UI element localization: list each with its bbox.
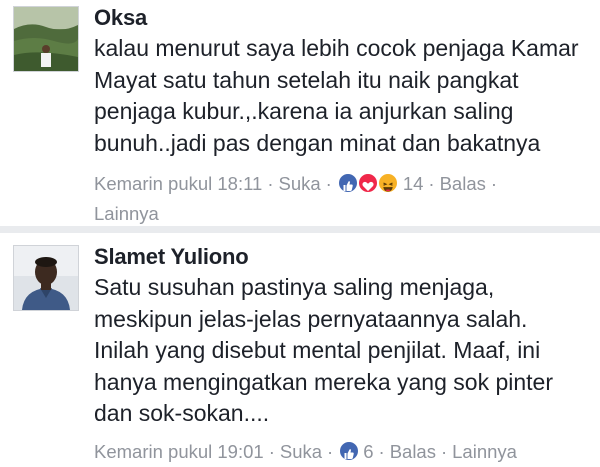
reaction-count[interactable]: 6	[363, 441, 373, 462]
like-icon	[338, 439, 361, 462]
like-button[interactable]: Suka	[279, 173, 321, 194]
haha-icon	[376, 172, 399, 194]
comment-author[interactable]: Slamet Yuliono	[94, 243, 592, 271]
more-button[interactable]: Lainnya	[94, 203, 159, 224]
separator: ·	[428, 173, 435, 194]
divider	[0, 226, 600, 233]
comment-actions: Kemarin pukul 19:01 · Suka · 6 · Balas · Lainny…	[94, 437, 592, 467]
comment-timestamp[interactable]: Kemarin pukul 19:01	[94, 441, 264, 462]
comment-timestamp[interactable]: Kemarin pukul 18:11	[94, 173, 262, 194]
separator: ·	[268, 440, 275, 462]
comment-author[interactable]: Oksa	[94, 4, 592, 32]
separator: ·	[327, 440, 334, 462]
reply-button[interactable]: Balas	[390, 441, 436, 462]
separator: ·	[267, 173, 274, 194]
like-icon	[336, 172, 359, 194]
avatar[interactable]	[13, 6, 79, 72]
separator: ·	[440, 440, 448, 462]
comment-actions: Kemarin pukul 18:11 · Suka · 14 · Balas · Lainn…	[94, 169, 592, 229]
love-icon	[356, 172, 379, 194]
comment: Slamet Yuliono Satu susuhan pastinya sal…	[0, 233, 600, 464]
avatar[interactable]	[13, 245, 79, 311]
like-button[interactable]: Suka	[280, 441, 322, 462]
comment-text: kalau menurut saya lebih cocok penjaga K…	[94, 35, 579, 156]
comment: Oksa kalau menurut saya lebih cocok penj…	[0, 0, 600, 226]
comment-text: Satu susuhan pastinya saling menjaga, me…	[94, 274, 554, 426]
reactions-summary[interactable]	[338, 439, 363, 462]
separator: ·	[490, 173, 498, 194]
avatar-photo	[14, 246, 78, 310]
reaction-count[interactable]: 14	[403, 173, 424, 194]
separator: ·	[378, 440, 385, 462]
avatar-photo	[14, 7, 78, 71]
more-button[interactable]: Lainnya	[452, 441, 517, 462]
separator: ·	[325, 173, 332, 194]
reactions-summary[interactable]	[336, 172, 403, 194]
comment-body: Oksa kalau menurut saya lebih cocok penj…	[94, 4, 592, 229]
comment-body: Slamet Yuliono Satu susuhan pastinya sal…	[94, 243, 592, 467]
reply-button[interactable]: Balas	[440, 173, 486, 194]
